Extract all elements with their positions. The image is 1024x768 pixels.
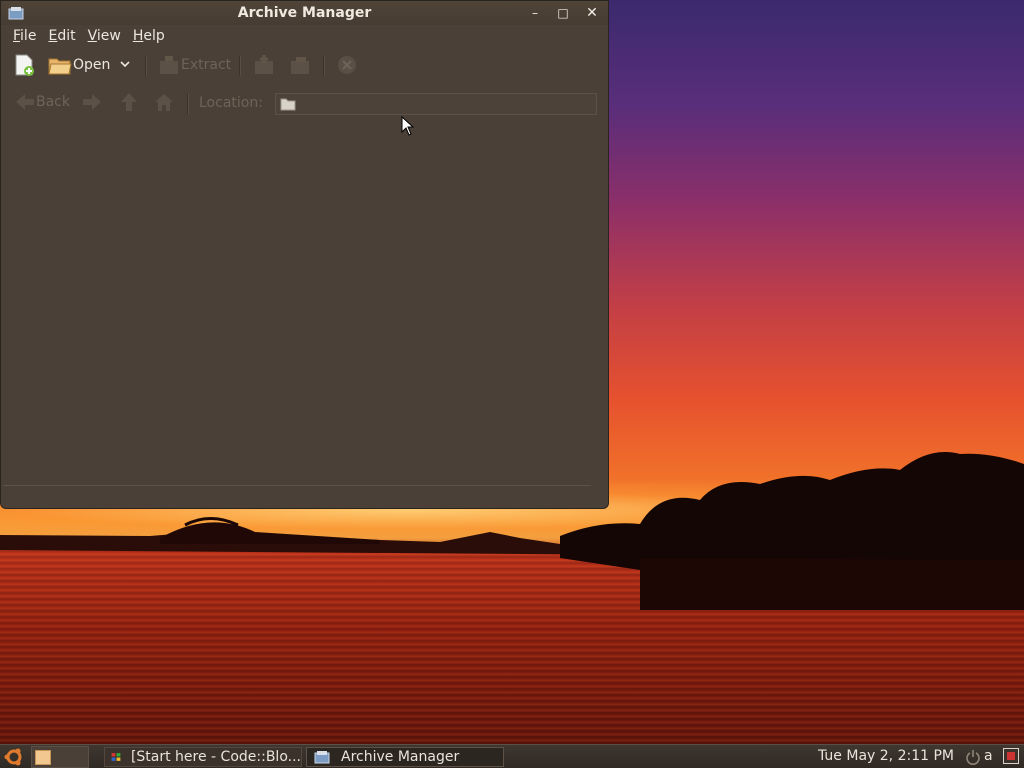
menu-file[interactable]: File (7, 28, 42, 44)
minimize-button[interactable]: – (527, 5, 543, 21)
close-button[interactable]: ✕ (584, 5, 600, 21)
toolbar-separator (187, 94, 189, 114)
mouse-cursor-icon (401, 116, 415, 136)
toolbar-separator (323, 56, 325, 76)
workspace-1-window-icon (35, 750, 51, 765)
location-label: Location: (199, 95, 263, 111)
up-button[interactable] (118, 91, 140, 113)
toolbar-separator (239, 56, 241, 76)
menubar: File Edit View Help (1, 25, 608, 47)
codeblocks-icon (111, 753, 121, 761)
archive-manager-window: Archive Manager – □ ✕ File Edit View Hel… (0, 0, 609, 509)
arrow-up-icon (121, 93, 137, 111)
extract-label: Extract (181, 57, 232, 73)
add-files-button[interactable] (252, 53, 276, 77)
task-codeblocks[interactable]: [Start here - Code::Blo... (104, 747, 302, 767)
menu-view[interactable]: View (82, 28, 127, 44)
task-codeblocks-label: [Start here - Code::Blo... (130, 749, 301, 765)
folder-open-icon (48, 58, 72, 75)
chevron-down-icon (120, 61, 130, 68)
ubuntu-logo-icon (4, 748, 22, 766)
task-archive-manager[interactable]: Archive Manager (306, 747, 504, 767)
menu-help[interactable]: Help (127, 28, 171, 44)
add-folder-icon (291, 57, 309, 74)
maximize-button[interactable]: □ (555, 5, 571, 21)
open-recent-dropdown[interactable] (118, 57, 132, 71)
trash-icon (1007, 752, 1015, 760)
clock[interactable]: Tue May 2, 2:11 PM (818, 748, 954, 764)
forward-button[interactable] (81, 91, 103, 113)
add-folder-button[interactable] (288, 53, 312, 77)
open-label: Open (73, 57, 111, 73)
location-input[interactable] (275, 93, 597, 115)
ubuntu-menu-button[interactable] (3, 747, 25, 767)
menu-edit[interactable]: Edit (42, 28, 81, 44)
file-list[interactable] (3, 125, 606, 481)
back-button[interactable]: Back (14, 91, 70, 113)
show-desktop-button[interactable] (1003, 748, 1019, 764)
stop-icon (338, 56, 356, 74)
folder-icon (280, 98, 296, 111)
task-archive-manager-label: Archive Manager (341, 749, 460, 765)
window-title: Archive Manager (237, 5, 372, 21)
home-icon (155, 94, 173, 111)
extract-icon (160, 56, 178, 74)
back-label: Back (36, 94, 70, 110)
stop-button[interactable] (336, 54, 358, 76)
arrow-left-icon (16, 94, 34, 110)
new-document-icon (15, 54, 34, 76)
archive-manager-icon (314, 751, 330, 764)
toolbar-separator (145, 56, 147, 76)
power-icon[interactable] (965, 749, 981, 765)
workspace-switcher[interactable] (31, 746, 89, 768)
add-files-icon (255, 55, 273, 74)
extract-button[interactable]: Extract (157, 53, 231, 77)
user-name[interactable]: a (984, 748, 993, 764)
home-button[interactable] (153, 91, 175, 113)
new-archive-button[interactable] (12, 53, 36, 77)
taskbar: [Start here - Code::Blo... Archive Manag… (0, 744, 1024, 768)
statusbar-divider (3, 485, 591, 486)
titlebar[interactable]: Archive Manager – □ ✕ (1, 1, 608, 25)
open-button[interactable]: Open (48, 53, 110, 77)
toolbar: Open Extract (1, 47, 608, 85)
arrow-right-icon (83, 94, 101, 110)
